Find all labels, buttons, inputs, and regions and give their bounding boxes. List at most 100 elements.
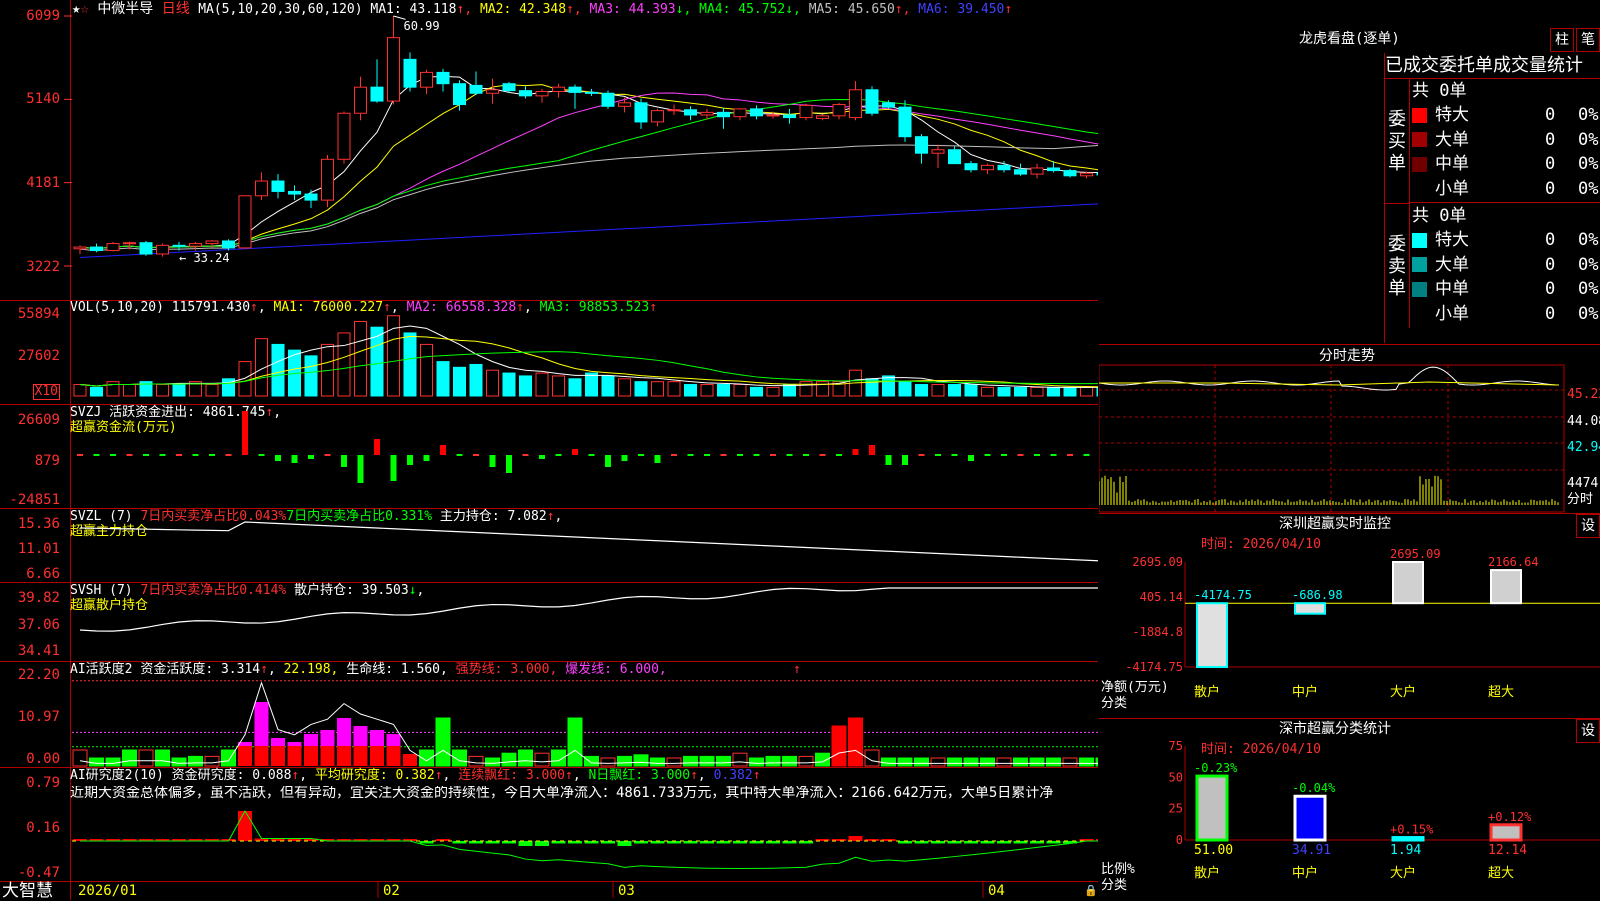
ai2-bar-base [304,746,318,766]
svzj-tick [770,454,776,456]
svzj-bar [341,455,347,467]
svzj-tick [688,454,694,456]
x-tick-label: 04 [988,884,1005,898]
candle-body [553,87,565,91]
candle-body [421,72,433,87]
volume-bar [1064,387,1076,396]
candle-body [223,241,235,248]
classify-xlabel-title: 分类 [1101,879,1127,893]
volume-bar [1081,387,1093,396]
candle-body [619,103,631,106]
classify-value-label: 12.14 [1488,843,1527,858]
order-count: 0 [1545,277,1555,301]
volume-bar [883,376,895,396]
order-count: 0 [1545,152,1555,176]
bar-mode-button[interactable]: 柱 [1550,28,1574,52]
ai2-bar [832,726,846,766]
candle-body [520,91,532,96]
order-type: 小单 [1435,304,1469,324]
volume-bar [305,356,317,396]
candle-body [635,103,647,122]
candle-body [784,115,796,118]
volume-bar [437,362,449,396]
x-tick-label: 03 [618,884,635,898]
svzj-bar [490,455,496,467]
svzj-tick [77,454,83,456]
candle-body [899,107,911,137]
main-chart-canvas[interactable]: 60.99 ← 33.24 [0,0,1098,900]
candle-body [487,90,499,93]
candle-body [734,109,746,117]
ai2-bar [1096,758,1098,766]
volume-bar [767,387,779,396]
tick-mode-button[interactable]: 笔 [1576,28,1600,52]
svzj-tick [523,454,529,456]
ai2-bar [997,758,1011,766]
ai2-bar [931,758,945,766]
svzj-tick [193,454,199,456]
classify-category: 中户 [1292,865,1318,881]
ma5-line [80,76,1098,248]
ai2-bar [882,758,896,766]
dragon-panel: 龙虎看盘(逐单) 柱 笔 已成交委托单成交量统计 委买单 委卖单 共 0单 特大… [1099,0,1600,345]
svzj-tick [94,454,100,456]
ai2-bar [139,750,153,766]
svzl-line [80,522,1098,562]
classify-category: 散户 [1194,865,1220,881]
color-swatch [1412,157,1427,172]
candle-body [602,93,614,106]
volume-bar [487,370,499,396]
color-swatch [1412,257,1427,272]
order-count: 0 [1545,128,1555,152]
ai2-bar [486,758,500,766]
volume-bar [404,333,416,396]
ai2-bar [651,758,665,766]
svzj-bar [622,455,628,461]
air-bar [849,836,863,841]
ai2-bar [1030,758,1044,766]
color-swatch [1412,282,1427,297]
ai2-bar [502,753,516,766]
classify-bar [1393,838,1423,840]
svzj-tick [325,454,331,456]
divider [1409,202,1600,203]
intraday-price-line [1099,367,1558,390]
order-type: 特大 [1435,105,1469,125]
classify-change-label: -0.04% [1292,781,1336,795]
ai2-bar-base [238,746,252,766]
candle-body [1081,173,1093,176]
ai2-bar [585,756,599,766]
intraday-tick: 42.94 [1567,441,1600,455]
ma120-line [80,201,1098,257]
order-pct: 0% [1578,177,1598,201]
volume-bar [734,385,746,396]
ai2-bar [436,718,450,766]
monitor-panel[interactable]: 深圳超赢实时监控 设 时间: 2026/04/10 2695.09 405.14-… [1099,514,1600,719]
intraday-chart[interactable] [1099,345,1600,513]
volume-bar [965,385,977,396]
ai2-bar-base [403,754,417,766]
buy-total: 共 0单 [1412,79,1466,103]
lock-icon[interactable]: 🔒 [1084,884,1098,898]
volume-bar [949,385,961,396]
candle-body [536,92,548,96]
svzj-bar [242,411,248,455]
classify-value-label: 34.91 [1292,843,1331,858]
ai2-bar [733,753,747,766]
intraday-avg-line [1099,382,1559,385]
volume-bar [1048,387,1060,396]
svzj-tick [556,454,562,456]
svzj-tick [985,454,991,456]
ai2-bar [799,756,813,766]
classify-ytick: 25 [1169,802,1183,816]
candle-body [272,181,284,191]
candle-body [883,103,895,107]
volume-bar [206,385,218,396]
ai2-bar [123,750,137,766]
intraday-panel[interactable]: 分时走势 45.22 44.08 42.94 4474 分时 [1099,345,1600,514]
svzj-bar [869,445,875,455]
volume-bar [652,382,664,396]
candle-body [685,110,697,115]
classify-panel[interactable]: 深市超赢分类统计 设 时间: 2026/04/10 75 50 25 0 -0.23% 5… [1099,719,1600,900]
volume-bar [1097,387,1098,396]
